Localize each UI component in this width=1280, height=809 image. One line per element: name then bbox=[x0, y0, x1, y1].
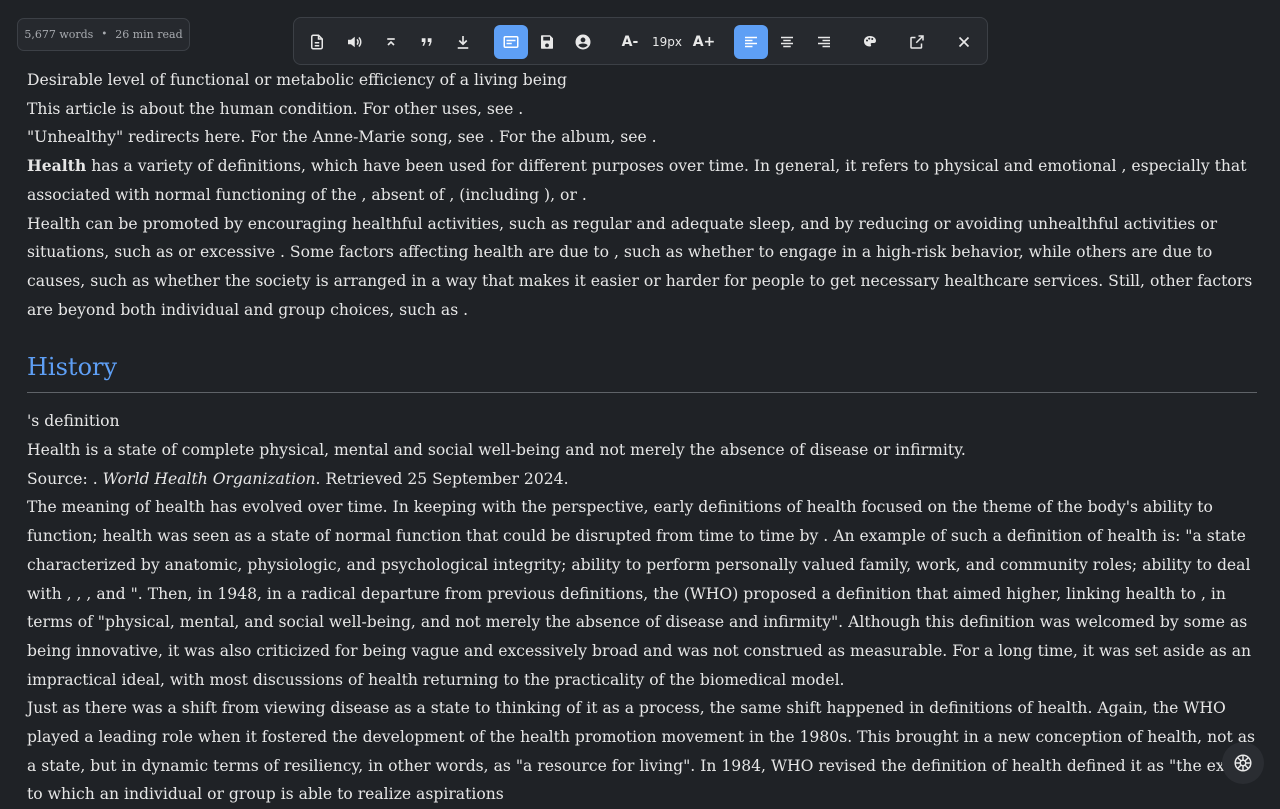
read-time: 26 min read bbox=[115, 28, 183, 41]
lead-paragraph: Health has a variety of definitions, whi… bbox=[27, 152, 1257, 209]
open-external-icon[interactable] bbox=[900, 25, 934, 59]
hatnote: Desirable level of functional or metabol… bbox=[27, 71, 568, 89]
settings-wheel-icon[interactable] bbox=[1222, 742, 1264, 784]
reader-toolbar: A- 19px A+ bbox=[293, 17, 988, 65]
paragraph: Health can be promoted by encouraging he… bbox=[27, 214, 1253, 319]
save-icon[interactable] bbox=[530, 25, 564, 59]
align-right-icon[interactable] bbox=[807, 25, 841, 59]
section-heading-history: History bbox=[27, 352, 1257, 394]
definition-caption: 's definition bbox=[27, 412, 120, 431]
paragraph: The meaning of health has evolved over t… bbox=[27, 498, 1252, 689]
reader-mode-icon[interactable] bbox=[494, 25, 528, 59]
decrease-font-button[interactable]: A- bbox=[613, 25, 647, 59]
stats-separator: • bbox=[101, 29, 108, 40]
paragraph: Just as there was a shift from viewing d… bbox=[27, 699, 1257, 804]
who-definition-quote: Health is a state of complete physical, … bbox=[27, 441, 966, 460]
article-content: Desirable level of functional or metabol… bbox=[27, 66, 1257, 809]
speaker-icon[interactable] bbox=[337, 25, 371, 59]
align-left-icon[interactable] bbox=[734, 25, 768, 59]
quote-source: Source: . World Health Organization. Ret… bbox=[27, 465, 1257, 494]
document-icon[interactable] bbox=[300, 25, 334, 59]
account-icon[interactable] bbox=[566, 25, 600, 59]
lead-text: has a variety of definitions, which have… bbox=[27, 157, 1247, 204]
collapse-up-icon[interactable] bbox=[374, 25, 408, 59]
close-icon[interactable] bbox=[947, 25, 981, 59]
word-count: 5,677 words bbox=[24, 28, 94, 41]
quote-icon[interactable] bbox=[410, 25, 444, 59]
hatnote: This article is about the human conditio… bbox=[27, 99, 524, 118]
font-size-value: 19px bbox=[652, 35, 682, 49]
source-prefix: Source: . bbox=[27, 469, 103, 488]
hatnote: "Unhealthy" redirects here. For the Anne… bbox=[27, 128, 657, 147]
reading-stats: 5,677 words • 26 min read bbox=[17, 18, 190, 51]
source-suffix: . Retrieved 25 September 2024. bbox=[315, 469, 569, 488]
source-publisher: World Health Organization bbox=[102, 469, 316, 488]
download-icon[interactable] bbox=[446, 25, 480, 59]
increase-font-button[interactable]: A+ bbox=[687, 25, 721, 59]
theme-icon[interactable] bbox=[853, 25, 887, 59]
lead-bold-term: Health bbox=[27, 156, 87, 176]
align-center-icon[interactable] bbox=[770, 25, 804, 59]
